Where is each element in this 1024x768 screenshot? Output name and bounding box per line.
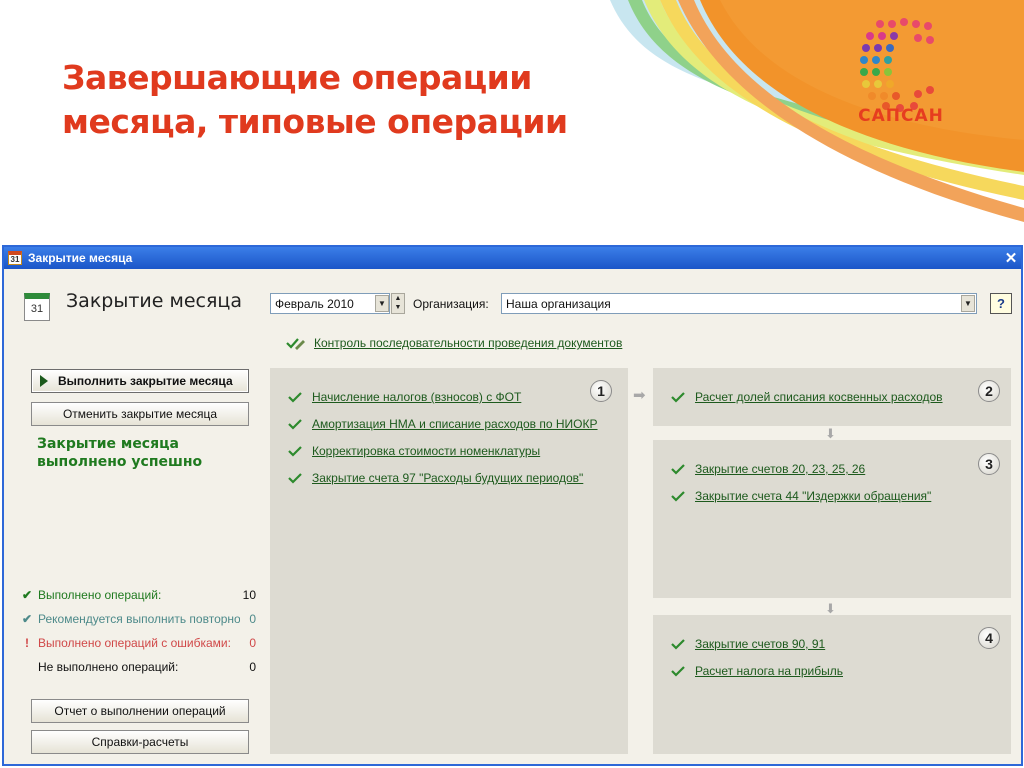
- list-item: Расчет долей списания косвенных расходов: [671, 390, 943, 404]
- run-button-label: Выполнить закрытие месяца: [58, 374, 233, 388]
- list-item: Закрытие счета 97 "Расходы будущих перио…: [288, 471, 583, 485]
- step-number: 4: [978, 627, 1000, 649]
- check-icon: [288, 473, 302, 484]
- check-icon: [288, 392, 302, 403]
- org-label: Организация:: [413, 297, 489, 311]
- chevron-down-icon[interactable]: ▼: [375, 295, 389, 312]
- stat-label: Выполнено операций:: [38, 588, 162, 602]
- logo-text: САПСАН: [858, 106, 944, 126]
- status-line2: выполнено успешно: [37, 454, 203, 470]
- list-item: Расчет налога на прибыль: [671, 664, 843, 678]
- period-field[interactable]: Февраль 2010 ▼: [270, 293, 390, 314]
- stat-value: 10: [242, 588, 256, 602]
- stat-value: 0: [249, 636, 256, 650]
- check-icon: ✔: [21, 612, 33, 626]
- stat-value: 0: [249, 660, 256, 674]
- status-message: Закрытие месяца выполнено успешно: [37, 435, 237, 471]
- check-icon: [671, 392, 685, 403]
- period-spinner[interactable]: ▲ ▼: [391, 293, 405, 314]
- stat-not-done: Не выполнено операций: 0: [20, 658, 256, 676]
- check-icon: [671, 639, 685, 650]
- cancel-close-month-button[interactable]: Отменить закрытие месяца: [31, 402, 249, 426]
- stat-label: Рекомендуется выполнить повторно:: [38, 612, 240, 626]
- operation-link[interactable]: Амортизация НМА и списание расходов по Н…: [312, 417, 598, 431]
- step-number: 3: [978, 453, 1000, 475]
- org-field[interactable]: Наша организация ▼: [501, 293, 977, 314]
- stat-errors: ! Выполнено операций с ошибками: 0: [20, 634, 256, 652]
- step-number: 2: [978, 380, 1000, 402]
- calendar-icon: 31: [8, 251, 22, 265]
- step-3-panel: 3 Закрытие счетов 20, 23, 25, 26 Закрыти…: [653, 440, 1011, 598]
- window-titlebar: 31 Закрытие месяца ✕: [4, 247, 1021, 269]
- step-number: 1: [590, 380, 612, 402]
- control-sequence-link-row: Контроль последовательности проведения д…: [286, 336, 622, 350]
- help-calc-button[interactable]: Справки-расчеты: [31, 730, 249, 754]
- operation-link[interactable]: Закрытие счета 44 "Издержки обращения": [695, 489, 931, 503]
- window-title: Закрытие месяца: [28, 251, 133, 265]
- status-line1: Закрытие месяца: [37, 436, 179, 452]
- operation-link[interactable]: Расчет долей списания косвенных расходов: [695, 390, 943, 404]
- operation-link[interactable]: Расчет налога на прибыль: [695, 664, 843, 678]
- form-title: Закрытие месяца: [66, 290, 242, 312]
- check-icon: [288, 446, 302, 457]
- operation-link[interactable]: Закрытие счета 97 "Расходы будущих перио…: [312, 471, 583, 485]
- list-item: Амортизация НМА и списание расходов по Н…: [288, 417, 598, 431]
- stat-repeat: ✔ Рекомендуется выполнить повторно: 0: [20, 610, 256, 628]
- check-icon: [671, 464, 685, 475]
- check-pencil-icon: [286, 338, 305, 350]
- run-close-month-button[interactable]: Выполнить закрытие месяца: [31, 369, 249, 393]
- stat-done: ✔ Выполнено операций: 10: [20, 586, 256, 604]
- operation-link[interactable]: Начисление налогов (взносов) с ФОТ: [312, 390, 521, 404]
- check-icon: [671, 666, 685, 677]
- slide-title-line1: Завершающие операции: [62, 58, 532, 97]
- control-sequence-link[interactable]: Контроль последовательности проведения д…: [314, 336, 622, 350]
- slide-title-line2: месяца, типовые операции: [62, 102, 568, 141]
- help-button[interactable]: ?: [990, 293, 1012, 314]
- stat-value: 0: [249, 612, 256, 626]
- check-icon: [288, 419, 302, 430]
- list-item: Закрытие счетов 20, 23, 25, 26: [671, 462, 865, 476]
- chevron-down-icon[interactable]: ▼: [961, 295, 975, 312]
- report-button[interactable]: Отчет о выполнении операций: [31, 699, 249, 723]
- window-content: 31 Закрытие месяца Февраль 2010 ▼ ▲ ▼ Орг…: [4, 269, 1021, 764]
- list-item: Начисление налогов (взносов) с ФОТ: [288, 390, 521, 404]
- stat-label: Не выполнено операций:: [38, 660, 179, 674]
- operation-link[interactable]: Закрытие счетов 20, 23, 25, 26: [695, 462, 865, 476]
- step-4-panel: 4 Закрытие счетов 90, 91 Расчет налога н…: [653, 615, 1011, 754]
- list-item: Закрытие счета 44 "Издержки обращения": [671, 489, 931, 503]
- close-month-window: 31 Закрытие месяца ✕ 31 Закрытие месяца …: [2, 245, 1023, 766]
- close-icon[interactable]: ✕: [1001, 249, 1021, 267]
- list-item: Закрытие счетов 90, 91: [671, 637, 825, 651]
- check-icon: [671, 491, 685, 502]
- period-value: Февраль 2010: [275, 297, 354, 311]
- operation-link[interactable]: Корректировка стоимости номенклатуры: [312, 444, 540, 458]
- org-value: Наша организация: [506, 297, 611, 311]
- arrow-right-icon: ➡: [633, 387, 646, 404]
- calendar-icon: 31: [24, 293, 50, 321]
- operation-link[interactable]: Закрытие счетов 90, 91: [695, 637, 825, 651]
- step-1-panel: 1 Начисление налогов (взносов) с ФОТ Амо…: [270, 368, 628, 754]
- exclamation-icon: !: [25, 636, 29, 650]
- stat-label: Выполнено операций с ошибками:: [38, 636, 231, 650]
- play-icon: [40, 375, 48, 387]
- step-2-panel: 2 Расчет долей списания косвенных расход…: [653, 368, 1011, 426]
- list-item: Корректировка стоимости номенклатуры: [288, 444, 540, 458]
- check-icon: ✔: [21, 588, 33, 602]
- slide-title: Завершающие операции месяца, типовые опе…: [62, 56, 622, 144]
